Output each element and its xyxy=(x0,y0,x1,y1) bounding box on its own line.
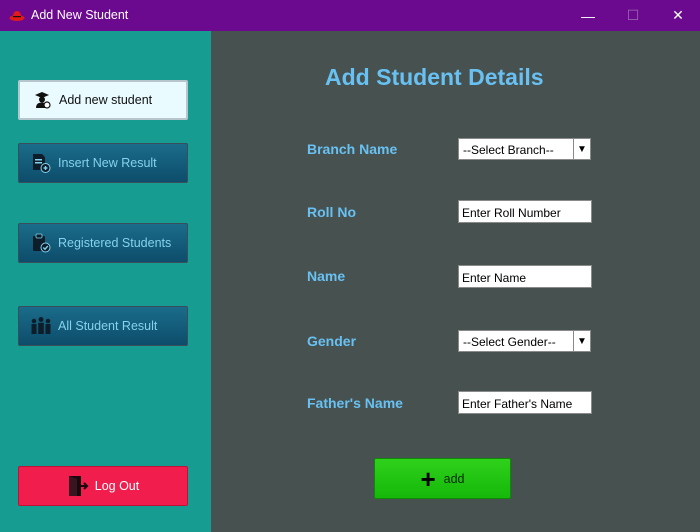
clipboard-check-icon xyxy=(30,232,52,254)
sidebar-item-label: Add new student xyxy=(59,93,153,107)
branch-select[interactable]: --Select Branch-- ▼ xyxy=(458,138,591,160)
sidebar-item-label: All Student Result xyxy=(58,319,158,333)
sidebar-item-add-new-student[interactable]: Add new student xyxy=(18,80,188,120)
chevron-down-icon[interactable]: ▼ xyxy=(573,331,590,351)
exit-door-icon xyxy=(67,475,89,497)
chevron-down-icon[interactable]: ▼ xyxy=(573,139,590,159)
add-button[interactable]: + add xyxy=(374,458,511,499)
window-title: Add New Student xyxy=(31,8,129,22)
app-logo-icon xyxy=(9,11,25,21)
gender-select[interactable]: --Select Gender-- ▼ xyxy=(458,330,591,352)
student-icon xyxy=(31,89,53,111)
roll-number-input[interactable]: Enter Roll Number xyxy=(458,200,592,223)
plus-icon: + xyxy=(420,463,436,494)
minimize-button[interactable]: — xyxy=(565,0,611,31)
close-button[interactable]: ✕ xyxy=(655,0,700,31)
logout-label: Log Out xyxy=(94,479,140,493)
sidebar-item-insert-new-result[interactable]: Insert New Result xyxy=(18,143,188,183)
name-input[interactable]: Enter Name xyxy=(458,265,592,288)
gender-label: Gender xyxy=(307,333,357,349)
logout-button[interactable]: Log Out xyxy=(18,466,188,506)
add-document-icon xyxy=(30,152,52,174)
name-label: Name xyxy=(307,268,346,284)
branch-select-value: --Select Branch-- xyxy=(463,143,554,157)
sidebar-item-label: Registered Students xyxy=(58,236,172,250)
roll-no-label: Roll No xyxy=(307,204,356,220)
maximize-button[interactable]: ☐ xyxy=(610,0,656,31)
sidebar-item-all-student-result[interactable]: All Student Result xyxy=(18,306,188,346)
branch-name-label: Branch Name xyxy=(307,141,398,157)
page-title: Add Student Details xyxy=(325,64,544,90)
sidebar-item-label: Insert New Result xyxy=(58,156,157,170)
fathers-name-input[interactable]: Enter Father's Name xyxy=(458,391,592,414)
gender-select-value: --Select Gender-- xyxy=(463,335,556,349)
sidebar: Add new student Insert New Result Regist xyxy=(0,31,211,532)
group-icon xyxy=(30,315,52,337)
fathers-name-label: Father's Name xyxy=(307,395,403,411)
add-button-label: add xyxy=(443,471,465,486)
title-bar: Add New Student — ☐ ✕ xyxy=(0,0,700,31)
sidebar-item-registered-students[interactable]: Registered Students xyxy=(18,223,188,263)
